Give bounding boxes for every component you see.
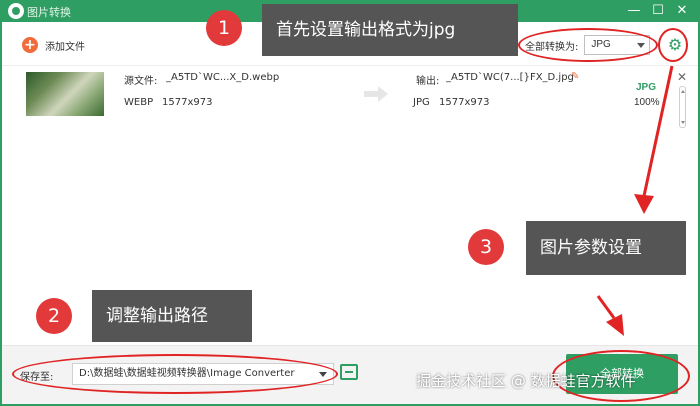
maximize-button[interactable]: ☐ bbox=[648, 2, 668, 20]
callout-3-text: 图片参数设置 bbox=[540, 237, 642, 258]
output-filename: _A5TD`WC(7...[}FX_D.jpg bbox=[446, 72, 574, 83]
source-label: 源文件: bbox=[124, 76, 158, 87]
image-thumbnail bbox=[26, 72, 104, 116]
add-file-button[interactable]: + 添加文件 bbox=[22, 36, 85, 54]
source-dimensions: 1577x973 bbox=[162, 97, 213, 108]
source-filename: _A5TD`WC...X_D.webp bbox=[166, 72, 280, 83]
pencil-icon[interactable]: ✎ bbox=[571, 72, 581, 82]
target-format-badge[interactable]: JPG bbox=[636, 82, 656, 93]
callout-1: 首先设置输出格式为jpg bbox=[262, 4, 518, 56]
scroll-up-icon bbox=[681, 90, 685, 93]
highlight-format-select bbox=[518, 28, 658, 62]
callout-2-text: 调整输出路径 bbox=[106, 305, 208, 326]
plus-icon: + bbox=[22, 37, 38, 53]
source-format: WEBP bbox=[124, 97, 154, 108]
window-title: 图片转换 bbox=[27, 6, 71, 19]
arrow-right-icon bbox=[364, 86, 388, 102]
output-format: JPG bbox=[413, 97, 430, 108]
remove-file-icon[interactable]: ✕ bbox=[677, 70, 687, 84]
step-badge-3: 3 bbox=[468, 229, 504, 265]
app-logo-icon bbox=[8, 3, 24, 19]
scroll-down-icon bbox=[681, 121, 685, 124]
watermark: 掘金技术社区 @ 数据蛙官方软件 bbox=[416, 372, 636, 390]
callout-2: 调整输出路径 bbox=[92, 290, 252, 342]
step-badge-1: 1 bbox=[206, 10, 242, 46]
step-badge-2: 2 bbox=[36, 298, 72, 334]
main-panel: + 添加文件 全部转换为: JPG ⚙ 源文件: _A5TD`WC...X_D.… bbox=[2, 22, 698, 404]
add-file-label: 添加文件 bbox=[45, 41, 85, 53]
row-scrollbar[interactable] bbox=[679, 86, 686, 128]
close-button[interactable]: ✕ bbox=[672, 2, 692, 20]
progress-percent: 100% bbox=[634, 97, 660, 108]
file-row: 源文件: _A5TD`WC...X_D.webp WEBP 1577x973 输… bbox=[2, 66, 698, 128]
callout-1-text: 首先设置输出格式为jpg bbox=[276, 19, 456, 40]
folder-icon[interactable] bbox=[340, 364, 358, 380]
minimize-button[interactable]: — bbox=[624, 2, 644, 20]
highlight-gear bbox=[658, 28, 688, 62]
output-label: 输出: bbox=[416, 76, 440, 87]
highlight-path bbox=[12, 354, 338, 394]
callout-3: 图片参数设置 bbox=[526, 221, 686, 275]
output-dimensions: 1577x973 bbox=[439, 97, 490, 108]
